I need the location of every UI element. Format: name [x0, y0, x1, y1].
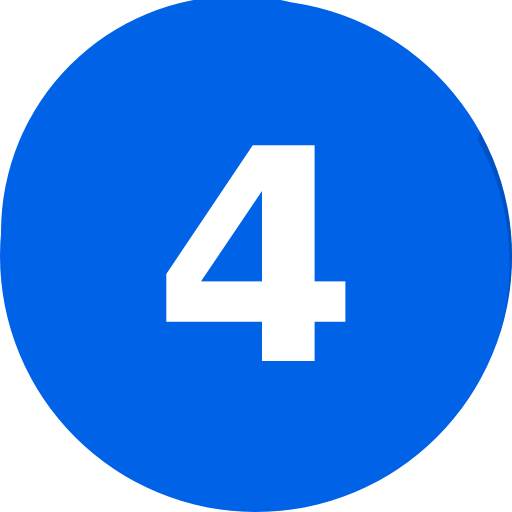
number-badge: 4 — [0, 0, 512, 512]
badge-circle-wrapper: 4 — [0, 0, 512, 512]
badge-number: 4 — [153, 86, 359, 431]
number-badge-graphic: 4 — [0, 0, 512, 512]
